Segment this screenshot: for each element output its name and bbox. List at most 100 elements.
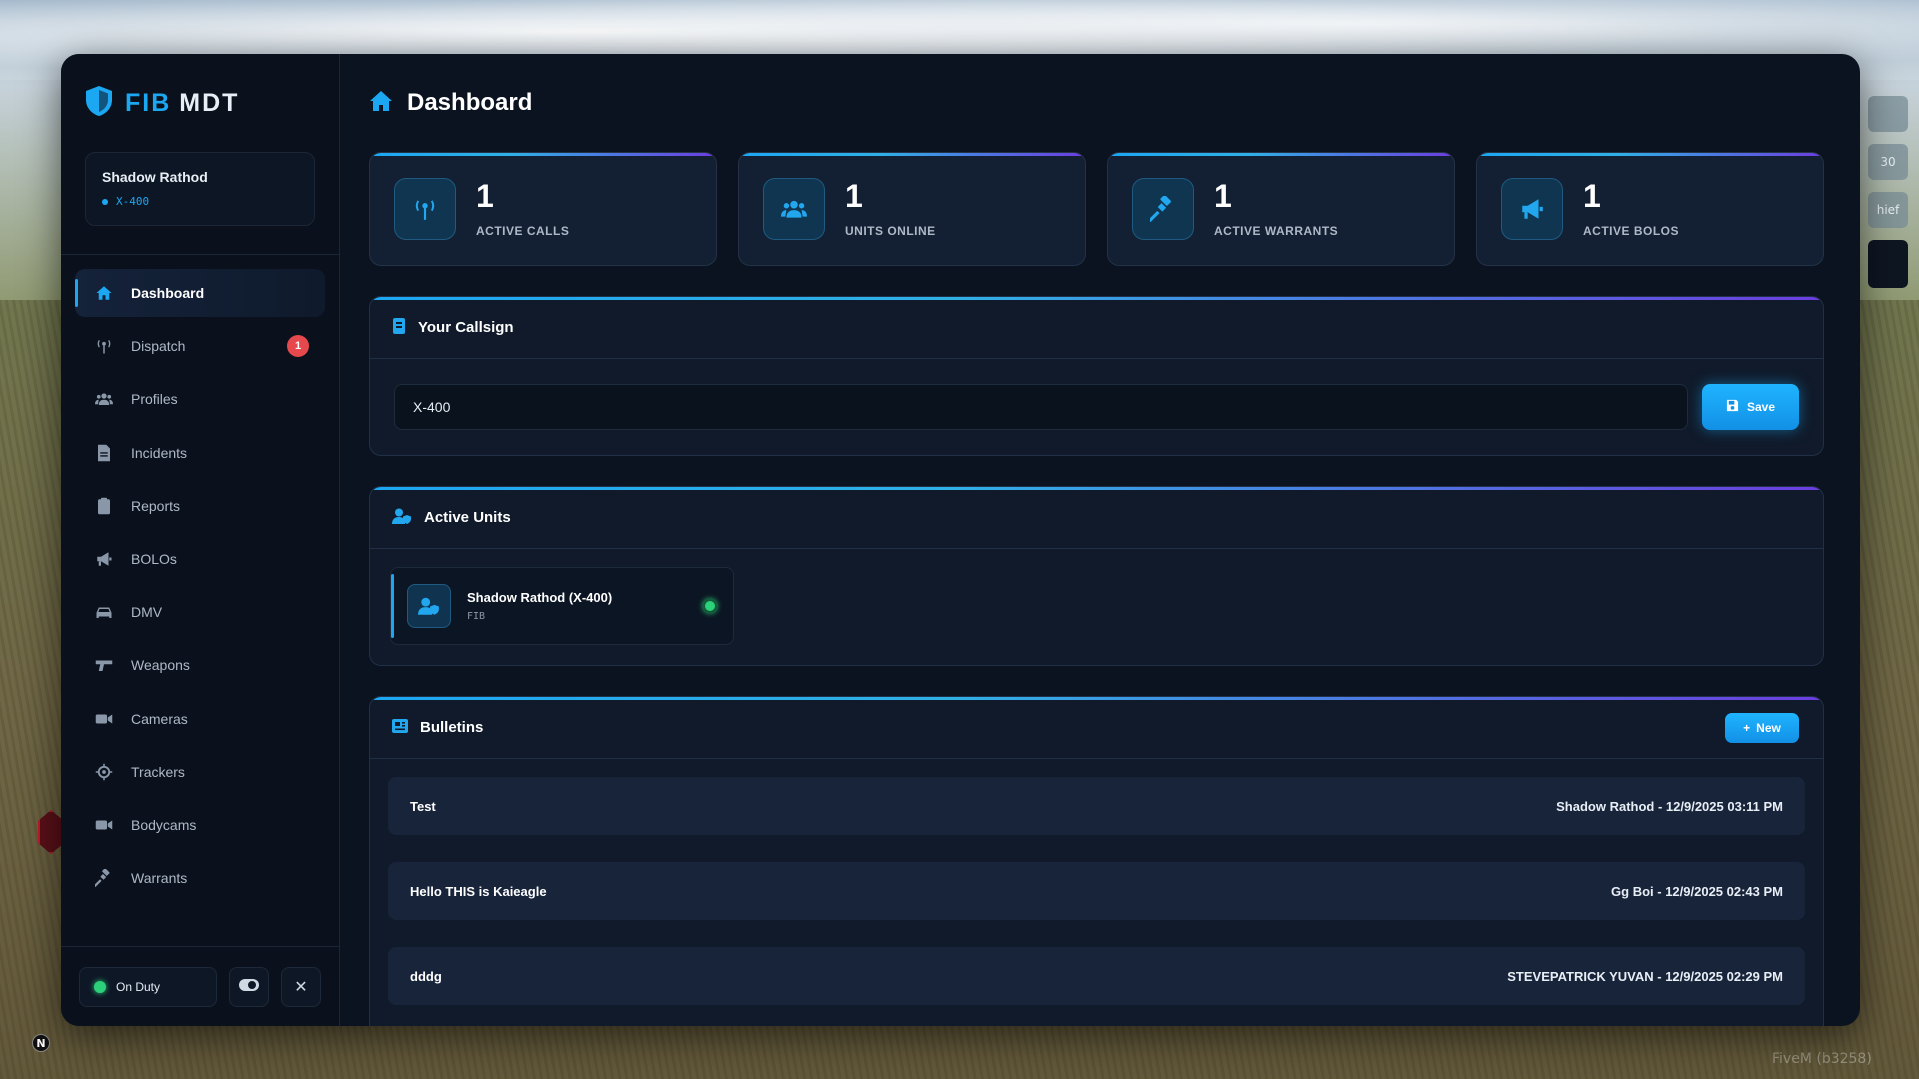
sidebar-item-dispatch[interactable]: Dispatch 1 (75, 322, 325, 370)
save-button[interactable]: Save (1702, 384, 1799, 430)
bulletins-list: Test Shadow Rathod - 12/9/2025 03:11 PM … (370, 759, 1823, 1026)
active-units-title: Active Units (424, 509, 511, 526)
game-hud-strip: 30 hief (1858, 96, 1914, 300)
sidebar-item-label: DMV (131, 604, 163, 621)
main-content: Dashboard 1 ACTIVE CALLS 1 UNITS ONLINE 1 A… (340, 54, 1860, 1026)
sidebar-item-label: Dashboard (131, 285, 205, 301)
sidebar-item-dashboard[interactable]: Dashboard (75, 269, 325, 317)
id-badge-icon (392, 317, 406, 338)
close-button[interactable]: ✕ (281, 966, 321, 1007)
sidebar-item-dmv[interactable]: DMV (75, 588, 325, 636)
sidebar-item-label: Warrants (131, 870, 188, 887)
callsign-card-header: Your Callsign (370, 297, 1823, 359)
sidebar-item-label: BOLOs (131, 550, 177, 567)
bulletins-title: Bulletins (420, 719, 484, 736)
video-icon (95, 710, 113, 728)
bulletin-title: Hello THIS is Kaieagle (410, 883, 547, 899)
brand-name: FIB MDT (125, 89, 239, 118)
gun-icon (95, 656, 113, 674)
toggle-icon (239, 978, 259, 996)
sidebar-item-reports[interactable]: Reports (75, 482, 325, 530)
stat-card-active-warrants: 1 ACTIVE WARRANTS (1107, 152, 1455, 266)
duty-label: On Duty (116, 979, 161, 994)
gavel-icon (95, 869, 113, 888)
callsign-card: Your Callsign Save (369, 296, 1824, 456)
duty-toggle[interactable]: On Duty (79, 966, 217, 1007)
hud-pill (1868, 96, 1908, 132)
callsign-card-title: Your Callsign (418, 319, 514, 336)
stat-label: ACTIVE WARRANTS (1214, 224, 1339, 238)
hud-pill: 30 (1868, 144, 1908, 180)
user-shield-icon (407, 584, 451, 628)
bulletin-title: Test (410, 798, 436, 814)
duty-status-dot-icon (94, 980, 106, 993)
sidebar-item-cameras[interactable]: Cameras (75, 695, 325, 743)
antenna-icon (394, 178, 456, 240)
sidebar-item-label: Trackers (131, 763, 185, 780)
home-icon (95, 284, 113, 302)
sidebar-item-label: Profiles (131, 391, 178, 408)
hud-pill (1868, 240, 1908, 288)
sidebar-footer: On Duty ✕ (61, 946, 339, 1026)
unit-card[interactable]: Shadow Rathod (X-400) FIB (390, 567, 734, 645)
stat-card-units-online: 1 UNITS ONLINE (738, 152, 1086, 266)
sidebar-item-warrants[interactable]: Warrants (75, 854, 325, 902)
bulletin-item[interactable]: Test Shadow Rathod - 12/9/2025 03:11 PM (388, 777, 1805, 835)
sidebar-item-bolos[interactable]: BOLOs (75, 535, 325, 583)
brand-mdt: MDT (179, 88, 240, 117)
bulletin-item[interactable]: Hello THIS is Kaieagle Gg Boi - 12/9/202… (388, 862, 1805, 920)
clipboard-icon (95, 497, 113, 515)
sidebar-item-label: Dispatch (131, 338, 186, 355)
active-units-header: Active Units (370, 487, 1823, 549)
stats-row: 1 ACTIVE CALLS 1 UNITS ONLINE 1 ACTIVE WARR… (369, 152, 1824, 266)
stat-label: ACTIVE CALLS (476, 224, 570, 238)
sidebar-item-weapons[interactable]: Weapons (75, 641, 325, 689)
online-status-icon (703, 599, 717, 613)
stat-value: 1 (1214, 178, 1232, 214)
users-icon (763, 178, 825, 240)
megaphone-icon (95, 550, 113, 568)
crosshair-icon (95, 763, 113, 781)
bulletins-header-left: Bulletins (392, 718, 484, 737)
stat-card-active-calls: 1 ACTIVE CALLS (369, 152, 717, 266)
bulletin-meta: STEVEPATRICK YUVAN - 12/9/2025 02:29 PM (1507, 968, 1783, 984)
gavel-icon (1132, 178, 1194, 240)
sidebar-item-incidents[interactable]: Incidents (75, 429, 325, 477)
bulletin-meta: Shadow Rathod - 12/9/2025 03:11 PM (1556, 798, 1783, 814)
callsign-input[interactable] (394, 384, 1688, 430)
stat-value: 1 (1583, 178, 1601, 214)
new-bulletin-button[interactable]: + New (1725, 712, 1799, 743)
sidebar-item-trackers[interactable]: Trackers (75, 748, 325, 796)
antenna-icon (95, 337, 113, 355)
bulletin-item[interactable]: dddg STEVEPATRICK YUVAN - 12/9/2025 02:2… (388, 947, 1805, 1005)
unit-agency: FIB (467, 611, 486, 622)
close-icon: ✕ (294, 978, 308, 996)
fivem-watermark: FiveM (b3258) (1772, 1051, 1872, 1067)
car-icon (95, 603, 113, 621)
callsign-dot-icon (102, 198, 108, 205)
page-title: Dashboard (407, 89, 533, 116)
file-icon (95, 444, 113, 462)
sidebar-item-label: Reports (131, 497, 181, 514)
active-units-card: Active Units Shadow Rathod (X-400) FIB (369, 486, 1824, 666)
sidebar-item-label: Incidents (131, 444, 188, 461)
sidebar-item-label: Bodycams (131, 816, 197, 833)
sidebar: FIB MDT Shadow Rathod X-400 Dashboard Dis… (61, 54, 340, 1026)
stat-value: 1 (845, 178, 863, 214)
brand-fib: FIB (125, 88, 172, 117)
user-card: Shadow Rathod X-400 (85, 152, 315, 226)
plus-icon: + (1743, 720, 1751, 735)
callsign-body: Save (370, 359, 1823, 455)
sidebar-item-profiles[interactable]: Profiles (75, 375, 325, 423)
user-name: Shadow Rathod (102, 169, 208, 185)
stat-label: UNITS ONLINE (845, 224, 936, 238)
theme-toggle-button[interactable] (229, 966, 269, 1007)
user-shield-icon (392, 508, 412, 528)
bulletins-header: Bulletins + New (370, 697, 1823, 759)
bulletin-meta: Gg Boi - 12/9/2025 02:43 PM (1611, 883, 1783, 899)
new-label: New (1756, 720, 1781, 735)
sidebar-item-label: Weapons (131, 657, 190, 674)
save-label: Save (1746, 400, 1776, 414)
sidebar-item-bodycams[interactable]: Bodycams (75, 801, 325, 849)
sidebar-item-label: Cameras (131, 710, 188, 727)
